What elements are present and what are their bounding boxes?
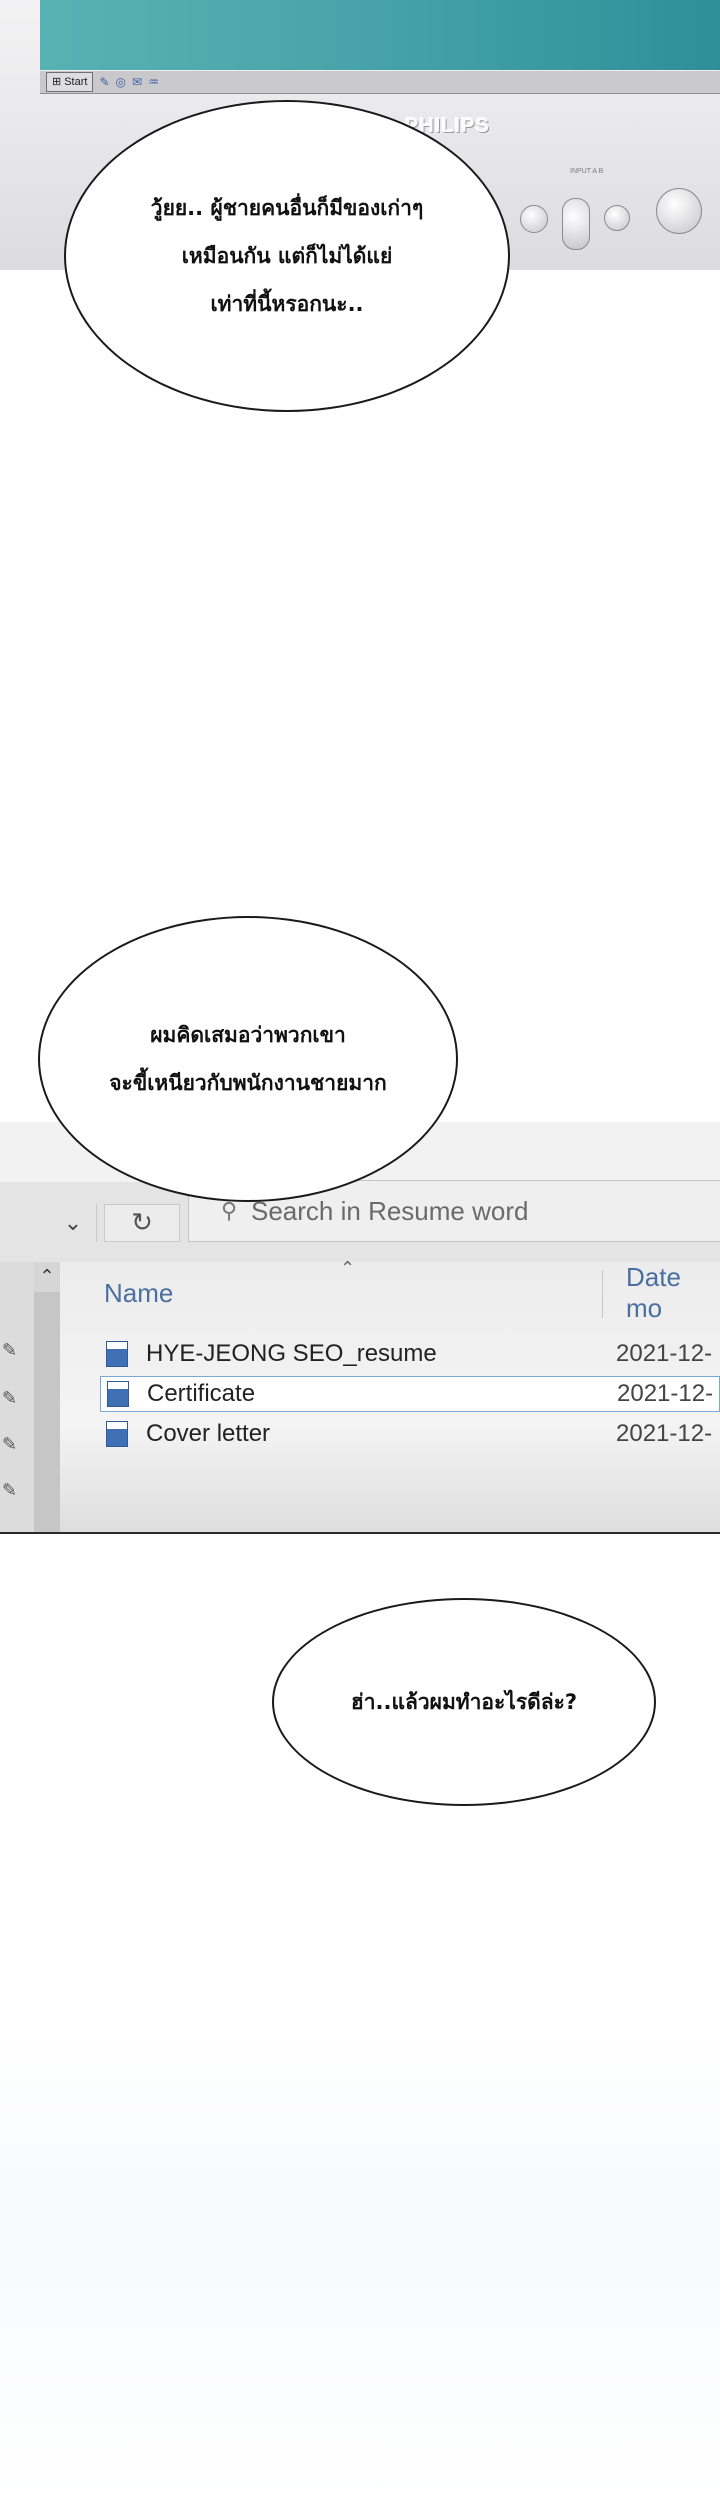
navigation-scrollbar[interactable] xyxy=(34,1262,60,1532)
refresh-icon[interactable]: ↻ xyxy=(104,1204,180,1242)
file-row[interactable]: HYE-JEONG SEO_resume 2021-12- xyxy=(100,1336,720,1372)
file-date: 2021-12- xyxy=(616,1340,713,1367)
file-row-selected[interactable]: Certificate 2021-12- xyxy=(100,1376,720,1412)
column-header-date[interactable]: Date mo xyxy=(626,1262,720,1324)
speech-line: วู้ยย.. ผู้ชายคนอื่นก็มีของเก่าๆ xyxy=(150,196,424,220)
pin-icon[interactable]: ✎ xyxy=(2,1480,17,1501)
word-document-icon xyxy=(107,1381,129,1407)
word-document-icon xyxy=(106,1421,128,1447)
file-explorer-panel: ⌄ ↻ ⚲ Search in Resume word ⌃ ✎ ✎ ✎ ✎ ⌃ … xyxy=(0,1122,720,1534)
windows-logo-icon: ⊞ xyxy=(52,76,62,88)
search-placeholder: Search in Resume word xyxy=(251,1195,529,1226)
start-button[interactable]: ⊞ Start xyxy=(46,72,94,92)
background-gradient xyxy=(0,2030,720,2500)
speech-line: ฮ่า..แล้วผมทำอะไรดีล่ะ? xyxy=(350,1690,578,1714)
file-name: Cover letter xyxy=(146,1420,271,1447)
file-date: 2021-12- xyxy=(616,1420,713,1447)
file-name: HYE-JEONG SEO_resume xyxy=(146,1340,437,1367)
column-divider[interactable] xyxy=(602,1270,603,1318)
monitor-power-button[interactable] xyxy=(656,188,702,234)
scroll-up-icon[interactable]: ⌃ xyxy=(34,1262,60,1292)
taskbar: ⊞ Start ✎ ◎ ✉ ♒ xyxy=(40,70,720,94)
file-date: 2021-12- xyxy=(617,1380,714,1407)
quicklaunch-edit-icon[interactable]: ✎ xyxy=(99,75,109,89)
start-label: Start xyxy=(64,76,88,88)
quicklaunch-browser-icon[interactable]: ◎ xyxy=(116,75,126,89)
speech-bubble-top: วู้ยย.. ผู้ชายคนอื่นก็มีของเก่าๆ เหมือนก… xyxy=(64,100,510,412)
pin-icon[interactable]: ✎ xyxy=(2,1388,17,1409)
quicklaunch-mail-icon[interactable]: ✉ xyxy=(132,75,142,89)
pin-icon[interactable]: ✎ xyxy=(2,1340,17,1361)
speech-bubble-bottom: ฮ่า..แล้วผมทำอะไรดีล่ะ? xyxy=(272,1598,656,1806)
speech-line: เหมือนกัน แต่ก็ไม่ได้แย่ xyxy=(181,244,393,268)
monitor-control-label: INPUT A B xyxy=(570,168,604,175)
speech-line: จะขี้เหนียวกับพนักงานชายมาก xyxy=(109,1071,387,1095)
sort-ascending-icon: ⌃ xyxy=(340,1258,356,1279)
monitor-button-2[interactable] xyxy=(562,198,590,250)
file-row[interactable]: Cover letter 2021-12- xyxy=(100,1416,720,1452)
column-header-name[interactable]: Name xyxy=(104,1262,173,1324)
monitor-button-1[interactable] xyxy=(520,205,548,233)
monitor-screen xyxy=(40,0,720,70)
quicklaunch-app-icon[interactable]: ♒ xyxy=(148,75,159,89)
word-document-icon xyxy=(106,1341,128,1367)
chevron-down-icon[interactable]: ⌄ xyxy=(50,1204,97,1242)
pin-icon[interactable]: ✎ xyxy=(2,1434,17,1455)
file-name: Certificate xyxy=(147,1380,256,1407)
speech-line: เท่าที่นี้หรอกนะ.. xyxy=(210,292,364,316)
monitor-button-3[interactable] xyxy=(604,205,630,231)
search-icon: ⚲ xyxy=(220,1198,238,1224)
speech-line: ผมคิดเสมอว่าพวกเขา xyxy=(150,1023,346,1047)
speech-bubble-middle: ผมคิดเสมอว่าพวกเขา จะขี้เหนียวกับพนักงาน… xyxy=(38,916,458,1202)
